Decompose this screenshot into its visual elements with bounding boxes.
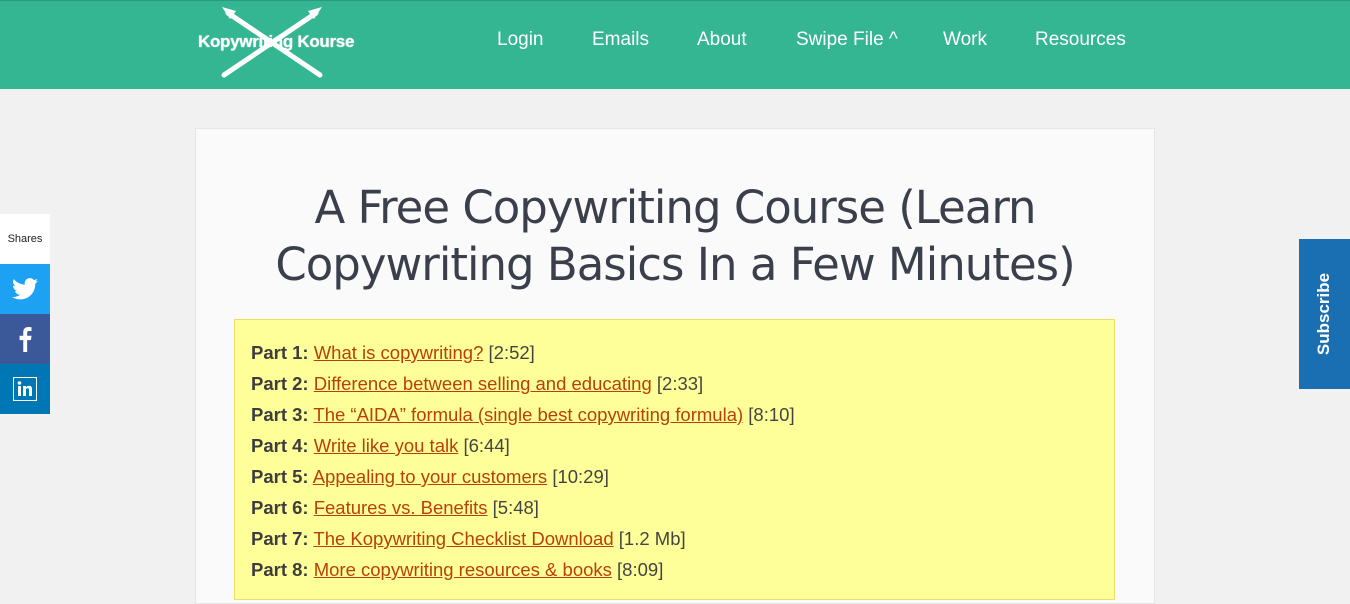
part-link[interactable]: Difference between selling and educating: [314, 373, 652, 394]
list-item: Part 8: More copywriting resources & boo…: [251, 554, 1114, 585]
part-duration: [1.2 Mb]: [618, 528, 686, 549]
part-prefix: Part 4:: [251, 435, 309, 456]
part-prefix: Part 2:: [251, 373, 309, 394]
part-duration: [6:44]: [463, 435, 510, 456]
list-item: Part 7: The Kopywriting Checklist Downlo…: [251, 523, 1114, 554]
nav-swipe-file[interactable]: Swipe File ^: [796, 29, 898, 51]
nav-emails[interactable]: Emails: [592, 29, 649, 51]
part-link[interactable]: More copywriting resources & books: [314, 559, 612, 580]
article-card: A Free Copywriting Course (Learn Copywri…: [195, 128, 1155, 604]
course-parts-box: Part 1: What is copywriting? [2:52] Part…: [234, 319, 1115, 600]
list-item: Part 6: Features vs. Benefits [5:48]: [251, 492, 1114, 523]
linkedin-share-button[interactable]: [0, 364, 50, 414]
part-link[interactable]: What is copywriting?: [314, 342, 484, 363]
subscribe-tab[interactable]: Subscribe: [1299, 239, 1350, 389]
subscribe-label: Subscribe: [1314, 272, 1334, 356]
facebook-icon: [19, 326, 32, 352]
part-link[interactable]: Features vs. Benefits: [314, 497, 488, 518]
twitter-share-button[interactable]: [0, 264, 50, 314]
part-link[interactable]: Appealing to your customers: [313, 466, 547, 487]
part-link[interactable]: Write like you talk: [314, 435, 459, 456]
logo-text: Kopywriting Kourse: [198, 32, 355, 51]
part-duration: [8:10]: [748, 404, 795, 425]
part-link[interactable]: The Kopywriting Checklist Download: [313, 528, 613, 549]
page-title: A Free Copywriting Course (Learn Copywri…: [275, 181, 1075, 292]
top-navigation-bar: Kopywriting Kourse Login Emails About Sw…: [0, 0, 1350, 89]
part-prefix: Part 3:: [251, 404, 309, 425]
nav-work[interactable]: Work: [943, 29, 987, 51]
part-link[interactable]: The “AIDA” formula (single best copywrit…: [313, 404, 743, 425]
part-duration: [2:33]: [656, 373, 704, 394]
shares-label: Shares: [0, 214, 50, 264]
part-prefix: Part 7:: [251, 528, 309, 549]
facebook-share-button[interactable]: [0, 314, 50, 364]
list-item: Part 4: Write like you talk [6:44]: [251, 430, 1114, 461]
part-prefix: Part 5:: [251, 466, 309, 487]
part-duration: [10:29]: [552, 466, 609, 487]
site-logo[interactable]: Kopywriting Kourse: [196, 5, 354, 81]
part-prefix: Part 1:: [251, 342, 309, 363]
nav-about[interactable]: About: [697, 29, 747, 51]
twitter-icon: [12, 278, 38, 300]
list-item: Part 3: The “AIDA” formula (single best …: [251, 399, 1114, 430]
nav-resources[interactable]: Resources: [1035, 29, 1126, 51]
part-prefix: Part 8:: [251, 559, 309, 580]
share-sidebar: Shares: [0, 214, 50, 414]
part-prefix: Part 6:: [251, 497, 309, 518]
part-duration: [5:48]: [492, 497, 539, 518]
part-duration: [2:52]: [488, 342, 535, 363]
list-item: Part 1: What is copywriting? [2:52]: [251, 337, 1114, 368]
nav-login[interactable]: Login: [497, 29, 544, 51]
list-item: Part 2: Difference between selling and e…: [251, 368, 1114, 399]
linkedin-icon: [13, 377, 37, 401]
part-duration: [8:09]: [617, 559, 664, 580]
list-item: Part 5: Appealing to your customers [10:…: [251, 461, 1114, 492]
